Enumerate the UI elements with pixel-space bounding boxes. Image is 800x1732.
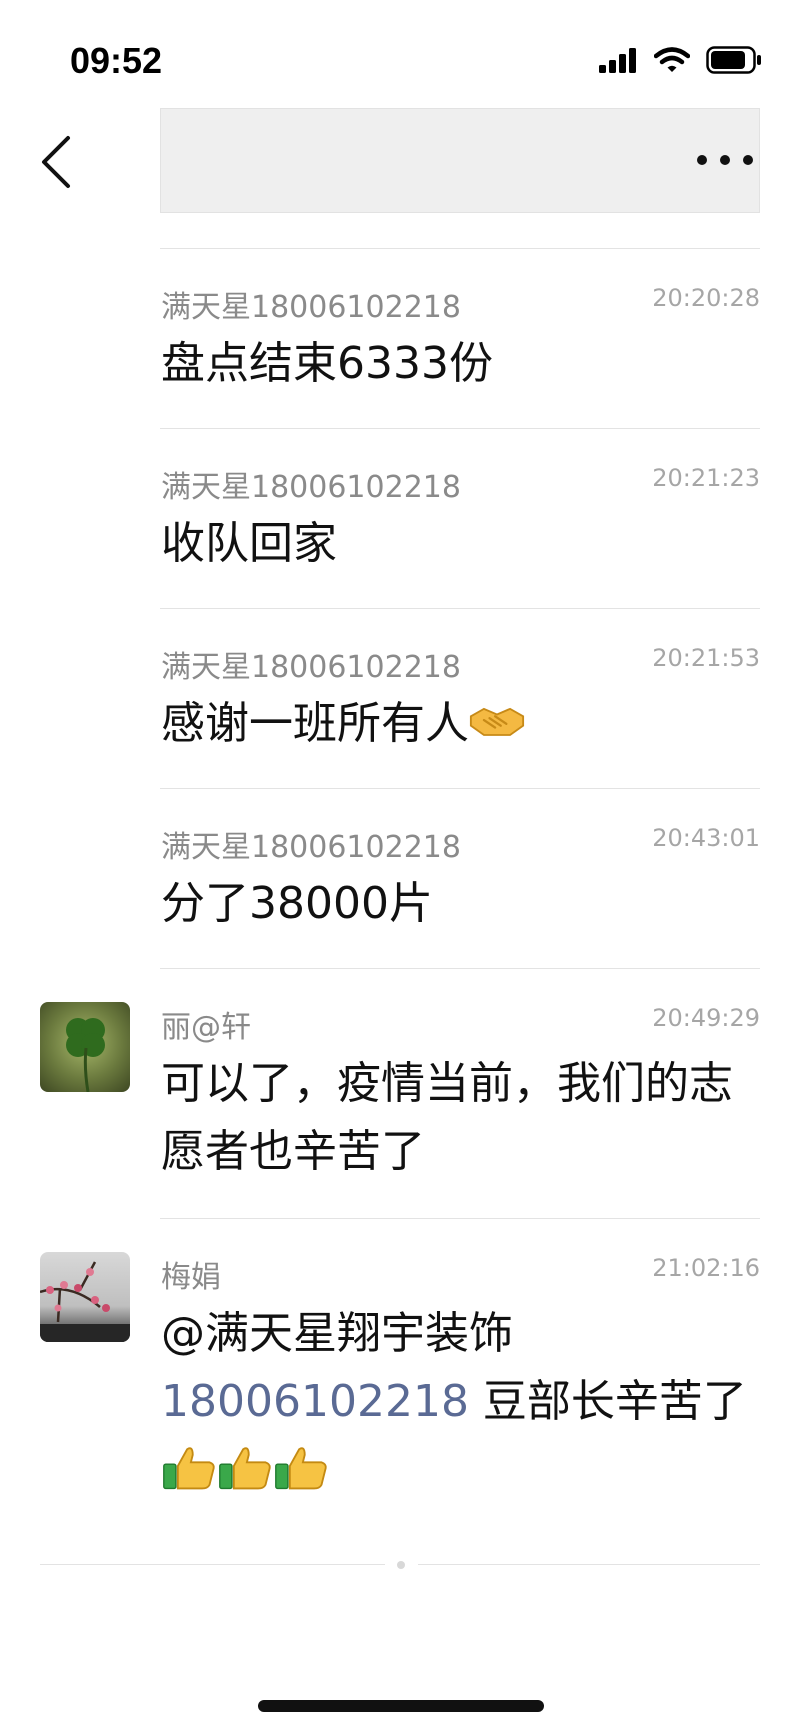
divider (160, 428, 760, 429)
mention-phone-link[interactable]: 18006102218 (161, 1376, 469, 1427)
wifi-icon (654, 47, 690, 72)
plum-blossom-avatar (40, 1261, 130, 1342)
thumbs-up-emoji (275, 1447, 327, 1490)
thumbs-up-emoji (219, 1447, 271, 1490)
divider (40, 1564, 385, 1565)
message-text: 收队回家 (161, 518, 337, 569)
message-time: 20:21:53 (652, 644, 760, 672)
chevron-left-icon (42, 136, 70, 188)
clover-avatar (66, 1018, 105, 1092)
divider (160, 788, 760, 789)
avatar[interactable] (40, 1252, 130, 1342)
end-marker (397, 1561, 405, 1569)
status-icons (598, 46, 762, 74)
back-button[interactable] (36, 132, 86, 192)
cellular-signal-icon (599, 48, 636, 73)
status-time: 09:52 (70, 40, 163, 81)
divider (418, 1564, 760, 1565)
avatar[interactable] (40, 1002, 130, 1092)
ellipsis-icon (697, 155, 753, 165)
message-text: 盘点结束6333份 (161, 338, 493, 389)
divider (160, 608, 760, 609)
message-sender: 满天星18006102218 (161, 290, 461, 325)
home-indicator[interactable] (258, 1700, 544, 1712)
message-time: 21:02:16 (652, 1254, 760, 1282)
status-bar: 09:52 (0, 0, 800, 100)
battery-icon (706, 46, 761, 74)
chat-title-area (160, 108, 760, 213)
divider (160, 248, 760, 249)
message-sender: 满天星18006102218 (161, 470, 461, 505)
message-text: 感谢一班所有人 (161, 698, 469, 749)
message-text: 分了38000片 (161, 878, 433, 929)
message-sender: 梅娟 (161, 1260, 221, 1295)
message-text: 可以了，疫情当前，我们的志愿者也辛苦了 (161, 1058, 733, 1177)
message-text-prefix: @满天星翔宇装饰 (161, 1308, 513, 1359)
message-sender: 满天星18006102218 (161, 650, 461, 685)
emoji-group (161, 1444, 329, 1495)
message-time: 20:49:29 (652, 1004, 760, 1032)
message-content: @满天星翔宇装饰 18006102218 豆部长辛苦了 (161, 1300, 761, 1504)
message-time: 20:20:28 (652, 284, 760, 312)
thumbs-up-emoji (163, 1447, 215, 1490)
message-time: 20:43:01 (652, 824, 760, 852)
divider (160, 968, 760, 969)
message-sender: 满天星18006102218 (161, 830, 461, 865)
message-content: 感谢一班所有人 (161, 690, 761, 758)
handshake-emoji (469, 707, 525, 736)
more-button[interactable] (690, 140, 760, 180)
message-time: 20:21:23 (652, 464, 760, 492)
message-sender: 丽@轩 (161, 1010, 251, 1045)
message-text-suffix: 豆部长辛苦了 (468, 1376, 747, 1427)
divider (160, 1218, 760, 1219)
